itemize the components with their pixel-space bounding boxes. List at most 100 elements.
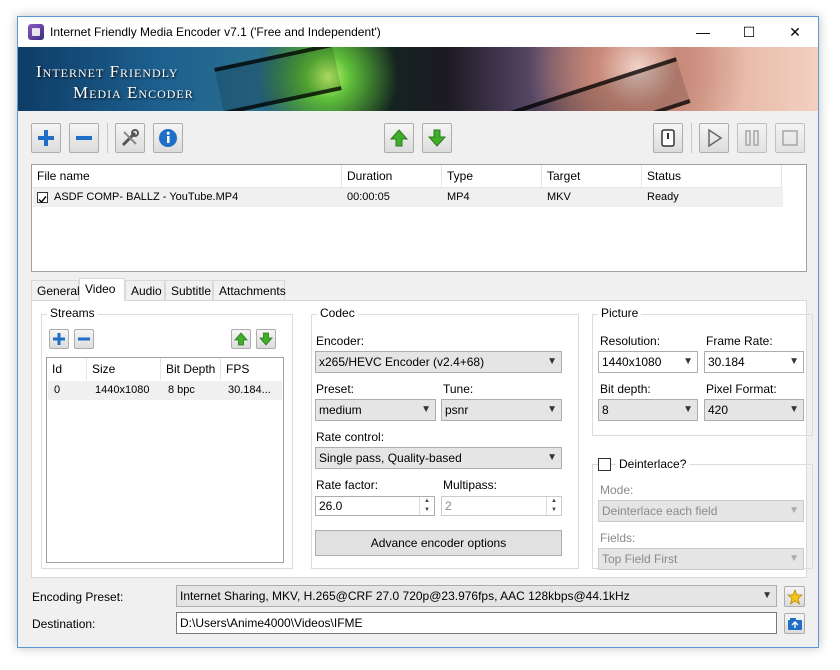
chevron-down-icon: ▼ — [789, 553, 799, 564]
advanced-encoder-options-button[interactable]: Advance encoder options — [315, 530, 562, 556]
column-header-fps[interactable]: FPS — [221, 358, 281, 380]
play-icon — [708, 128, 723, 148]
fields-label: Fields: — [600, 531, 636, 545]
encoding-preset-label: Encoding Preset: — [32, 590, 124, 604]
frame-rate-select[interactable]: 30.184 ▼ — [704, 351, 804, 373]
chevron-down-icon: ▼ — [789, 356, 799, 367]
cell-duration: 00:00:05 — [347, 191, 390, 203]
frame-rate-label: Frame Rate: — [706, 334, 773, 348]
deinterlace-mode-select[interactable]: Deinterlace each field ▼ — [598, 500, 804, 522]
queue-header: File name Duration Type Target Status — [32, 165, 782, 188]
close-button[interactable]: ✕ — [772, 17, 818, 47]
cell-stream-id: 0 — [54, 384, 61, 396]
resolution-label: Resolution: — [600, 334, 661, 348]
multipass-value: 2 — [445, 499, 452, 513]
column-header-file-name[interactable]: File name — [32, 165, 342, 187]
deinterlace-checkbox[interactable] — [598, 458, 611, 471]
mode-label: Mode: — [600, 483, 634, 497]
preset-select[interactable]: medium ▼ — [315, 399, 436, 421]
tab-subtitle[interactable]: Subtitle — [165, 280, 213, 300]
resolution-select[interactable]: 1440x1080 ▼ — [598, 351, 698, 373]
settings-button[interactable] — [115, 123, 145, 153]
rate-factor-spinner[interactable]: 26.0 ▲ ▼ — [315, 496, 435, 516]
spinner-arrows-icon[interactable]: ▲ ▼ — [546, 497, 561, 515]
column-header-bit-depth[interactable]: Bit Depth — [161, 358, 221, 380]
frame-rate-value: 30.184 — [708, 355, 745, 369]
cell-file-name: ASDF COMP- BALLZ - YouTube.MP4 — [54, 191, 239, 203]
tab-video[interactable]: Video — [79, 278, 125, 301]
minimize-button[interactable]: — — [680, 17, 726, 47]
add-stream-button[interactable] — [49, 329, 69, 349]
rate-factor-label: Rate factor: — [316, 478, 379, 492]
deinterlace-fields-select[interactable]: Top Field First ▼ — [598, 548, 804, 570]
stream-move-up-button[interactable] — [231, 329, 251, 349]
column-header-size[interactable]: Size — [87, 358, 161, 380]
move-down-button[interactable] — [422, 123, 452, 153]
banner-line-1: Internet Friendly — [36, 62, 179, 81]
save-preset-button[interactable] — [784, 586, 805, 607]
toolbar-separator-2 — [691, 123, 692, 153]
remove-stream-button[interactable] — [74, 329, 94, 349]
add-file-button[interactable] — [31, 123, 61, 153]
chevron-down-icon: ▼ — [683, 404, 693, 415]
tune-select[interactable]: psnr ▼ — [441, 399, 562, 421]
main-window: Internet Friendly Media Encoder v7.1 ('F… — [17, 16, 819, 648]
row-checkbox[interactable] — [37, 192, 48, 204]
multipass-spinner[interactable]: 2 ▲ ▼ — [441, 496, 562, 516]
tab-audio[interactable]: Audio — [125, 280, 165, 300]
cell-target: MKV — [547, 191, 571, 203]
column-header-duration[interactable]: Duration — [342, 165, 442, 187]
arrow-up-icon — [389, 129, 409, 147]
app-banner: Internet Friendly Media Encoder — [18, 47, 818, 111]
column-header-id[interactable]: Id — [47, 358, 87, 380]
encoding-preset-select[interactable]: Internet Sharing, MKV, H.265@CRF 27.0 72… — [176, 585, 777, 607]
toolbar-separator — [107, 123, 108, 153]
minus-icon — [78, 337, 90, 341]
browse-destination-button[interactable] — [784, 613, 805, 634]
table-row[interactable]: 0 1440x1080 8 bpc 30.184... — [48, 381, 282, 400]
stream-move-down-button[interactable] — [256, 329, 276, 349]
start-encode-button[interactable] — [699, 123, 729, 153]
maximize-button[interactable]: ☐ — [726, 17, 772, 47]
codec-group: Codec Encoder: x265/HEVC Encoder (v2.4+6… — [311, 306, 579, 569]
arrow-down-icon — [259, 332, 273, 346]
shutdown-toggle-button[interactable] — [653, 123, 683, 153]
tab-general[interactable]: General — [31, 280, 80, 300]
chevron-down-icon: ▼ — [789, 505, 799, 516]
star-icon — [787, 589, 803, 605]
stop-encode-button[interactable] — [775, 123, 805, 153]
column-header-target[interactable]: Target — [542, 165, 642, 187]
spinner-arrows-icon[interactable]: ▲ ▼ — [419, 497, 434, 515]
pixel-format-value: 420 — [708, 403, 729, 417]
deinterlace-fields-value: Top Field First — [602, 552, 678, 566]
plus-icon — [53, 333, 65, 345]
destination-field[interactable]: D:\Users\Anime4000\Videos\IFME — [176, 612, 777, 634]
encoder-select[interactable]: x265/HEVC Encoder (v2.4+68) ▼ — [315, 351, 562, 373]
codec-group-title: Codec — [317, 306, 358, 320]
streams-list[interactable]: Id Size Bit Depth FPS 0 1440x1080 8 bpc … — [46, 357, 284, 563]
queue-list[interactable]: File name Duration Type Target Status AS… — [31, 164, 807, 272]
pause-encode-button[interactable] — [737, 123, 767, 153]
remove-file-button[interactable] — [69, 123, 99, 153]
window-title: Internet Friendly Media Encoder v7.1 ('F… — [50, 25, 381, 39]
bit-depth-value: 8 — [602, 403, 609, 417]
checkmark-icon — [38, 196, 47, 204]
tab-attachments[interactable]: Attachments — [213, 280, 286, 300]
resolution-value: 1440x1080 — [602, 355, 662, 369]
bit-depth-label: Bit depth: — [600, 382, 651, 396]
encoder-value: x265/HEVC Encoder (v2.4+68) — [319, 355, 485, 369]
title-bar[interactable]: Internet Friendly Media Encoder v7.1 ('F… — [18, 17, 818, 47]
move-up-button[interactable] — [384, 123, 414, 153]
column-header-type[interactable]: Type — [442, 165, 542, 187]
cell-stream-fps: 30.184... — [228, 384, 271, 396]
table-row[interactable]: ASDF COMP- BALLZ - YouTube.MP4 00:00:05 … — [33, 188, 783, 207]
about-button[interactable] — [153, 123, 183, 153]
bit-depth-select[interactable]: 8 ▼ — [598, 399, 698, 421]
pixel-format-select[interactable]: 420 ▼ — [704, 399, 804, 421]
deinterlace-label[interactable]: Deinterlace? — [616, 457, 690, 471]
folder-browse-icon — [788, 618, 802, 630]
rate-control-select[interactable]: Single pass, Quality-based ▼ — [315, 447, 562, 469]
cell-status: Ready — [647, 191, 679, 203]
banner-logo-text: Internet Friendly Media Encoder — [36, 61, 194, 103]
column-header-status[interactable]: Status — [642, 165, 782, 187]
